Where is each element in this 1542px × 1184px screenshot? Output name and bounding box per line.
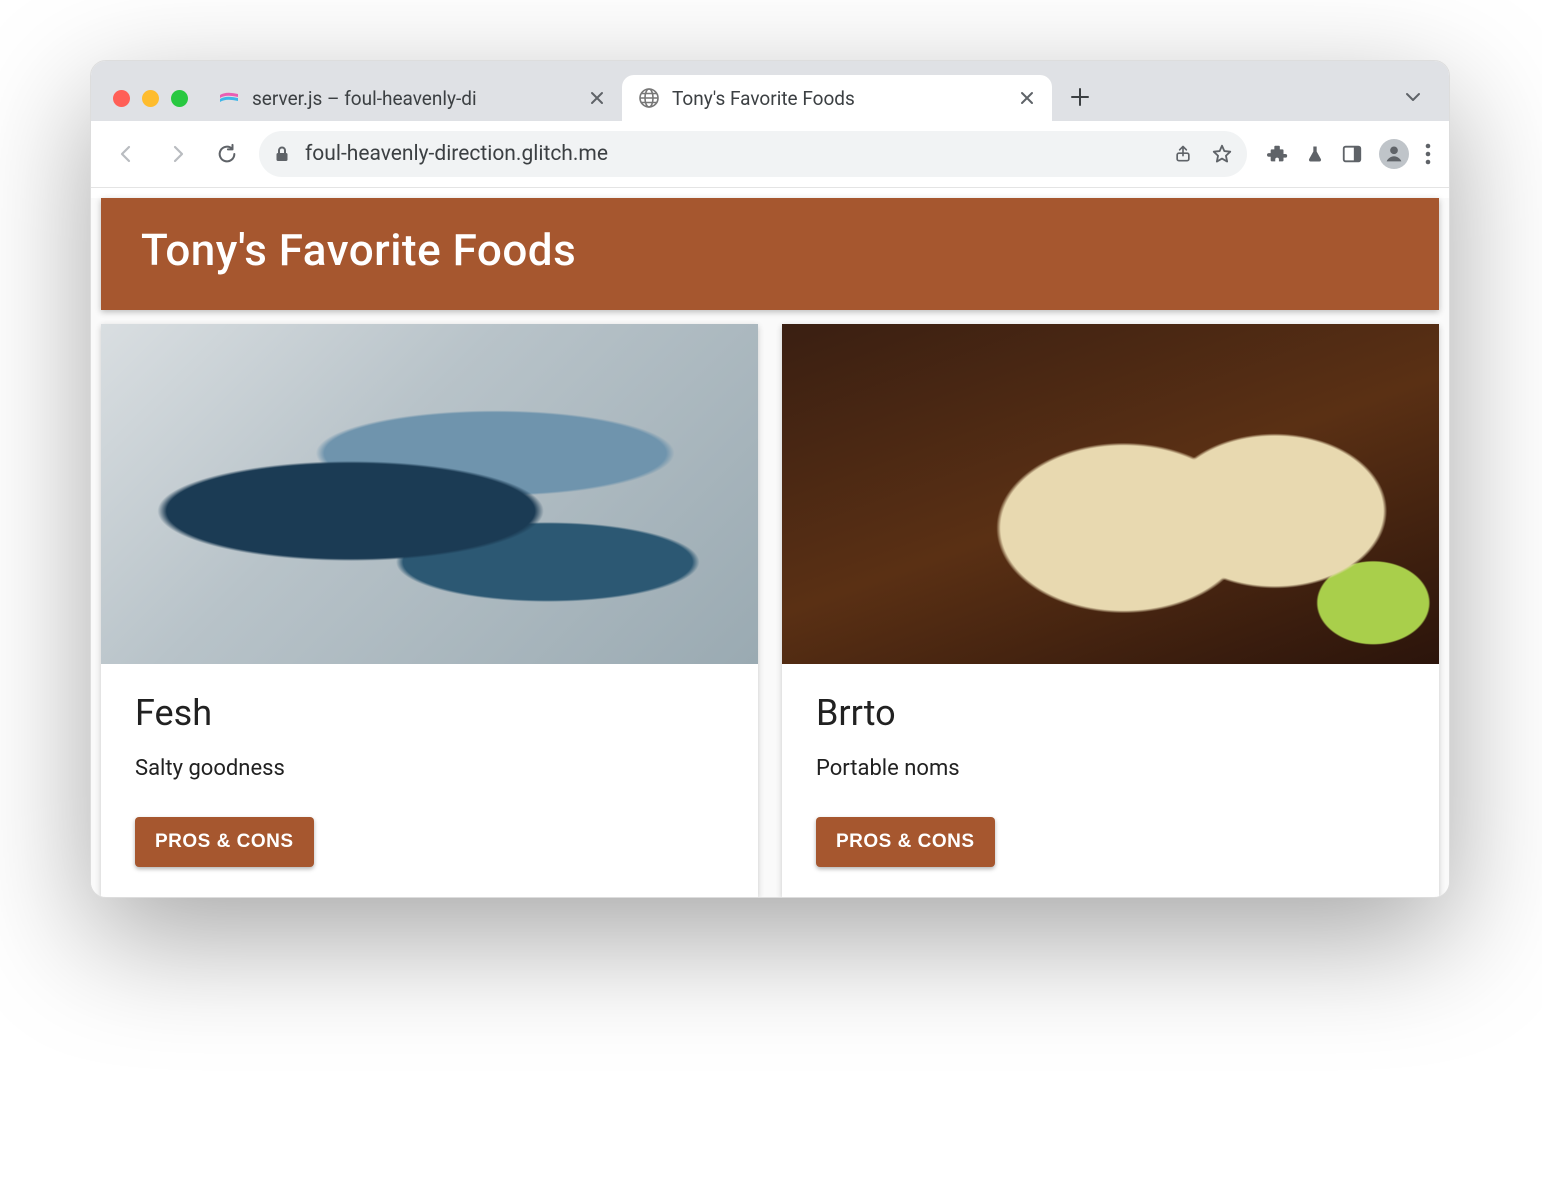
url-text: foul-heavenly-direction.glitch.me	[305, 142, 1159, 166]
card-title: Brrto	[816, 692, 1405, 734]
card-subtitle: Salty goodness	[135, 756, 724, 781]
card-subtitle: Portable noms	[816, 756, 1405, 781]
tab-strip: server.js – foul-heavenly-di Tony's Favo…	[91, 61, 1449, 121]
glitch-icon	[218, 87, 240, 109]
back-button[interactable]	[109, 136, 145, 172]
browser-window: server.js – foul-heavenly-di Tony's Favo…	[90, 60, 1450, 898]
star-icon[interactable]	[1211, 143, 1233, 165]
tab-title: Tony's Favorite Foods	[672, 87, 1006, 110]
maximize-window-button[interactable]	[171, 90, 188, 107]
address-bar[interactable]: foul-heavenly-direction.glitch.me	[259, 131, 1247, 177]
card-title: Fesh	[135, 692, 724, 734]
reload-button[interactable]	[209, 136, 245, 172]
close-tab-icon[interactable]	[1018, 89, 1036, 107]
globe-icon	[638, 87, 660, 109]
food-card-brrto: Brrto Portable noms PROS & CONS	[782, 324, 1439, 897]
food-card-fesh: Fesh Salty goodness PROS & CONS	[101, 324, 758, 897]
pros-cons-button[interactable]: PROS & CONS	[816, 817, 995, 867]
share-icon[interactable]	[1173, 144, 1193, 164]
lock-icon	[273, 145, 291, 163]
food-image-fish	[101, 324, 758, 664]
pros-cons-button[interactable]: PROS & CONS	[135, 817, 314, 867]
page-content: Tony's Favorite Foods Fesh Salty goodnes…	[91, 198, 1449, 897]
kebab-menu-icon[interactable]	[1425, 143, 1431, 165]
profile-avatar[interactable]	[1379, 139, 1409, 169]
tab-glitch-editor[interactable]: server.js – foul-heavenly-di	[202, 75, 622, 121]
labs-icon[interactable]	[1305, 143, 1325, 165]
new-tab-button[interactable]	[1060, 77, 1100, 117]
forward-button[interactable]	[159, 136, 195, 172]
tab-title: server.js – foul-heavenly-di	[252, 87, 576, 110]
close-window-button[interactable]	[113, 90, 130, 107]
extensions-icon[interactable]	[1267, 143, 1289, 165]
page-header: Tony's Favorite Foods	[101, 198, 1439, 310]
cards-row: Fesh Salty goodness PROS & CONS Brrto Po…	[91, 310, 1449, 897]
side-panel-icon[interactable]	[1341, 143, 1363, 165]
window-controls	[103, 90, 202, 121]
tab-list-button[interactable]	[1393, 77, 1433, 117]
tab-tonys-favorite-foods[interactable]: Tony's Favorite Foods	[622, 75, 1052, 121]
minimize-window-button[interactable]	[142, 90, 159, 107]
toolbar: foul-heavenly-direction.glitch.me	[91, 121, 1449, 188]
page-title: Tony's Favorite Foods	[141, 224, 1399, 276]
food-image-burrito	[782, 324, 1439, 664]
close-tab-icon[interactable]	[588, 89, 606, 107]
